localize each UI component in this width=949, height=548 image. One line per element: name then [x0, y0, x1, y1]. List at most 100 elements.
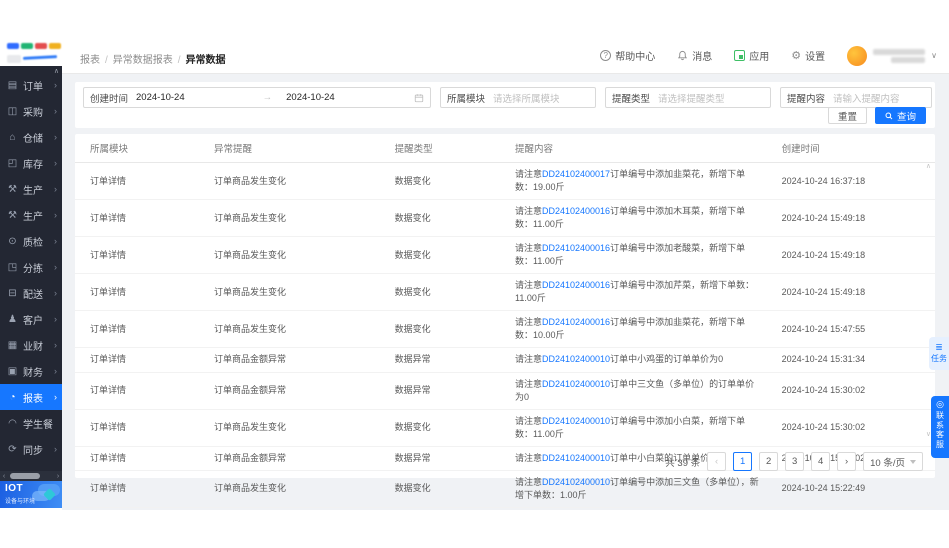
- order-number-link[interactable]: DD24102400010: [542, 354, 610, 364]
- sidebar-item-student-meal[interactable]: ◠ 学生餐: [0, 410, 62, 436]
- warehouse-icon: ⌂: [7, 132, 18, 143]
- chevron-right-icon: ›: [54, 236, 57, 246]
- sidebar-item-reports[interactable]: ◔ 报表 ›: [0, 384, 62, 410]
- sidebar-item-production-2[interactable]: ⚒ 生产 ›: [0, 202, 62, 228]
- query-button[interactable]: 查询: [875, 107, 926, 124]
- customer-service-floating-button[interactable]: ◎ 联系客服: [931, 396, 949, 458]
- sidebar-item-purchasing[interactable]: ◫ 采购 ›: [0, 98, 62, 124]
- breadcrumb-separator: /: [105, 55, 108, 66]
- scrollbar-thumb[interactable]: [10, 473, 40, 479]
- order-number-link[interactable]: DD24102400017: [542, 169, 610, 179]
- column-header-alert: 异常提醒: [204, 134, 385, 163]
- order-number-link[interactable]: DD24102400016: [542, 280, 610, 290]
- pagination-prev-button[interactable]: ‹: [707, 452, 726, 471]
- table-row: 订单详情 订单商品发生变化 数据变化 请注意DD24102400016订单编号中…: [75, 237, 935, 274]
- apps-button[interactable]: 应用: [734, 48, 769, 63]
- module-select[interactable]: 所属模块 请选择所属模块: [440, 87, 596, 108]
- alert-content-input[interactable]: 提醒内容 请输入提醒内容: [780, 87, 932, 108]
- user-menu[interactable]: ∨: [847, 46, 937, 66]
- cell-module: 订单详情: [75, 163, 204, 200]
- tasks-floating-button[interactable]: ≣ 任务: [929, 337, 949, 370]
- sidebar-horizontal-scrollbar[interactable]: ‹ ›: [0, 471, 62, 481]
- avatar: [847, 46, 867, 66]
- main-content: 创建时间 2024-10-24 → 2024-10-24 所属模块 请选择所属模…: [62, 74, 949, 510]
- sidebar-item-quality-check[interactable]: ⊙ 质检 ›: [0, 228, 62, 254]
- sidebar-item-label: 学生餐: [23, 416, 53, 431]
- sidebar-item-customers[interactable]: ♟ 客户 ›: [0, 306, 62, 332]
- order-number-link[interactable]: DD24102400016: [542, 317, 610, 327]
- filter-panel: 创建时间 2024-10-24 → 2024-10-24 所属模块 请选择所属模…: [75, 82, 935, 128]
- date-range-picker[interactable]: 创建时间 2024-10-24 → 2024-10-24: [83, 87, 431, 108]
- sidebar-item-label: 库存: [23, 156, 43, 171]
- date-from-value[interactable]: 2024-10-24: [136, 92, 185, 103]
- sidebar-item-delivery[interactable]: ⊟ 配送 ›: [0, 280, 62, 306]
- cell-type: 数据变化: [385, 237, 505, 274]
- bell-icon: [677, 50, 688, 61]
- page-size-value: 10 条/页: [870, 455, 905, 469]
- business-finance-icon: ▦: [7, 340, 18, 351]
- pagination-page-1[interactable]: 1: [733, 452, 752, 471]
- iot-banner[interactable]: IOT 设备与环境: [0, 481, 62, 508]
- scroll-left-icon[interactable]: ‹: [0, 473, 8, 480]
- help-center-button[interactable]: ? 帮助中心: [600, 48, 655, 63]
- chevron-right-icon: ›: [54, 314, 57, 324]
- sidebar-item-business-finance[interactable]: ▦ 业财 ›: [0, 332, 62, 358]
- breadcrumb-current: 异常数据: [186, 55, 226, 66]
- order-number-link[interactable]: DD24102400016: [542, 206, 610, 216]
- orders-icon: ▤: [7, 80, 18, 91]
- pagination-page-4[interactable]: 4: [811, 452, 830, 471]
- cell-alert: 订单商品发生变化: [204, 274, 385, 311]
- order-number-link[interactable]: DD24102400010: [542, 453, 610, 463]
- page-size-select[interactable]: 10 条/页: [863, 452, 923, 471]
- alert-content-input-label: 提醒内容: [787, 91, 825, 105]
- sidebar-item-label: 报表: [23, 390, 43, 405]
- sidebar-item-orders[interactable]: ▤ 订单 ›: [0, 72, 62, 98]
- app-window: 报表/异常数据报表/异常数据 ? 帮助中心 消息 应用 ⚙ 设置: [0, 0, 949, 548]
- sidebar-item-label: 质检: [23, 234, 43, 249]
- filter-row: 创建时间 2024-10-24 → 2024-10-24 所属模块 请选择所属模…: [75, 82, 935, 108]
- order-number-link[interactable]: DD24102400016: [542, 243, 610, 253]
- search-icon: [885, 112, 893, 120]
- logo-bar-green: [21, 43, 33, 49]
- sidebar-item-finance[interactable]: ▣ 财务 ›: [0, 358, 62, 384]
- sync-icon: ⟳: [7, 444, 18, 455]
- sidebar-item-warehousing[interactable]: ⌂ 仓储 ›: [0, 124, 62, 150]
- sidebar-item-sorting[interactable]: ◳ 分拣 ›: [0, 254, 62, 280]
- cell-module: 订单详情: [75, 311, 204, 348]
- pagination-page-2[interactable]: 2: [759, 452, 778, 471]
- order-number-link[interactable]: DD24102400010: [542, 416, 610, 426]
- pagination-total: 共 39 条: [665, 455, 700, 469]
- calendar-icon: [414, 93, 424, 103]
- sidebar-item-label: 财务: [23, 364, 43, 379]
- pagination-next-button[interactable]: ›: [837, 452, 856, 471]
- breadcrumb: 报表/异常数据报表/异常数据: [80, 51, 226, 66]
- alert-type-select-label: 提醒类型: [612, 91, 650, 105]
- settings-button[interactable]: ⚙ 设置: [791, 48, 825, 63]
- reset-button[interactable]: 重置: [828, 107, 867, 124]
- breadcrumb-item-reports[interactable]: 报表: [80, 55, 100, 66]
- breadcrumb-item-abnormal-report[interactable]: 异常数据报表: [113, 55, 173, 66]
- chevron-right-icon: ›: [54, 80, 57, 90]
- alert-type-select[interactable]: 提醒类型 请选择提醒类型: [605, 87, 771, 108]
- chevron-down-icon: ∨: [931, 51, 937, 60]
- chevron-right-icon: ›: [54, 184, 57, 194]
- sidebar-item-sync[interactable]: ⟳ 同步 ›: [0, 436, 62, 462]
- apps-label: 应用: [749, 48, 769, 63]
- content-prefix: 请注意: [515, 169, 542, 179]
- query-button-label: 查询: [897, 109, 916, 123]
- table-row: 订单详情 订单商品金额异常 数据异常 请注意DD24102400010订单中三文…: [75, 372, 935, 409]
- order-number-link[interactable]: DD24102400010: [542, 477, 610, 487]
- cell-content: 请注意DD24102400016订单编号中添加韭菜花，新增下单数：10.00斤: [505, 311, 772, 348]
- cell-alert: 订单商品发生变化: [204, 470, 385, 507]
- header-menu: ? 帮助中心 消息 应用 ⚙ 设置 ∨: [600, 38, 937, 73]
- pagination-page-3[interactable]: 3: [785, 452, 804, 471]
- sidebar-item-inventory[interactable]: ◰ 库存 ›: [0, 150, 62, 176]
- order-number-link[interactable]: DD24102400010: [542, 379, 610, 389]
- purchasing-icon: ◫: [7, 106, 18, 117]
- date-to-value[interactable]: 2024-10-24: [286, 92, 335, 103]
- sidebar-item-production-1[interactable]: ⚒ 生产 ›: [0, 176, 62, 202]
- messages-button[interactable]: 消息: [677, 48, 712, 63]
- scroll-right-icon[interactable]: ›: [54, 473, 62, 480]
- table-scroll-up-icon[interactable]: ∧: [926, 162, 931, 170]
- logo-underline: [23, 55, 57, 60]
